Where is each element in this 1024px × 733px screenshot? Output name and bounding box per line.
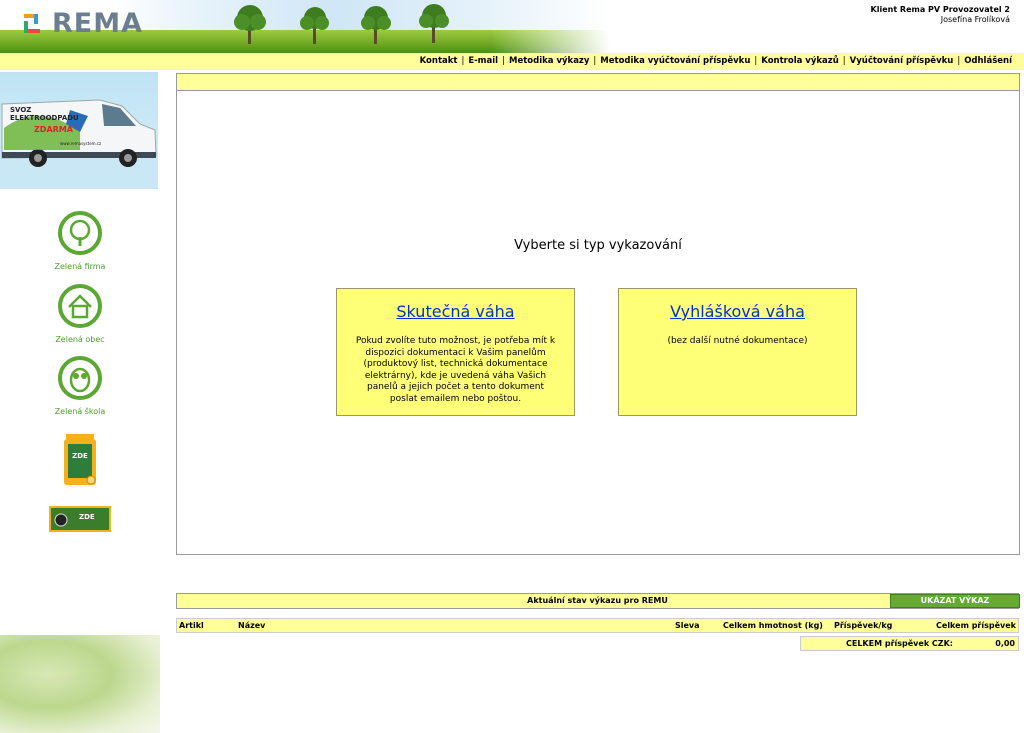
nav-odhlaseni[interactable]: Odhlášení	[964, 56, 1012, 66]
owl-icon	[58, 356, 102, 400]
card-description: Pokud zvolíte tuto možnost, je potřeba m…	[355, 336, 556, 404]
nav-metodika-vykazy[interactable]: Metodika výkazy	[509, 56, 589, 66]
battery-banner[interactable]: ZDE	[45, 506, 115, 536]
badge-zelena-obec[interactable]: Zelená obec	[45, 283, 115, 344]
badge-zelena-skola[interactable]: Zelená škola	[45, 355, 115, 416]
tree-icon	[58, 211, 102, 255]
header-banner: REMA	[0, 0, 610, 53]
card-skutecna-vaha[interactable]: Skutečná váha Pokud zvolíte tuto možnost…	[336, 288, 575, 416]
main-header-bar	[177, 74, 1019, 91]
total-label: CELKEM příspěvek CZK:	[846, 639, 953, 648]
col-sleva: Sleva	[675, 621, 700, 630]
card-description: (bez další nutné dokumentace)	[667, 336, 808, 346]
rema-logo-icon	[24, 14, 40, 33]
page-title: Vyberte si typ vykazování	[514, 238, 682, 253]
col-nazev: Název	[238, 621, 266, 630]
badge-label: Zelená obec	[55, 335, 105, 344]
tree-icon	[361, 6, 391, 44]
van-text-2: ELEKTROODPADU	[10, 114, 79, 122]
van-text-1: SVOZ	[10, 106, 31, 114]
nav-separator: |	[593, 56, 597, 66]
client-label: Klient Rema PV Provozovatel 2	[870, 5, 1010, 14]
nav-email[interactable]: E-mail	[468, 56, 498, 66]
col-prispevek-kg: Příspěvek/kg	[834, 621, 893, 630]
bin-icon: ZDE	[64, 434, 96, 485]
badge-zelena-firma[interactable]: Zelená firma	[45, 210, 115, 271]
house-icon	[58, 284, 102, 328]
nav-separator: |	[502, 56, 505, 66]
tree-icon	[234, 5, 266, 44]
sidebar: SVOZ ELEKTROODPADU ZDARMA www.remasystem…	[0, 70, 160, 733]
top-nav: Kontakt | E-mail | Metodika výkazy | Met…	[0, 53, 1024, 70]
user-info: Klient Rema PV Provozovatel 2 Josefína F…	[871, 5, 1010, 25]
leaf-decoration	[0, 635, 160, 733]
battery-icon: ZDE	[49, 506, 111, 532]
van-banner[interactable]: SVOZ ELEKTROODPADU ZDARMA www.remasystem…	[0, 72, 158, 189]
col-prispevek: Celkem příspěvek	[936, 621, 1016, 630]
card-vyhlaskova-vaha[interactable]: Vyhlášková váha (bez další nutné dokumen…	[618, 288, 857, 416]
col-artikl: Artikl	[179, 621, 204, 630]
card-title-link[interactable]: Skutečná váha	[337, 302, 574, 321]
nav-separator: |	[957, 56, 961, 66]
van-text-3: ZDARMA	[34, 125, 74, 134]
badge-label: Zelená škola	[54, 407, 106, 416]
total-value: 0,00	[995, 639, 1015, 648]
header: REMA Klient Rema PV Provozovatel 2 Josef…	[0, 0, 1024, 53]
user-name: Josefína Frolíková	[940, 15, 1010, 24]
battery-label: ZDE	[79, 513, 95, 521]
van-url: www.remasystem.cz	[60, 141, 101, 146]
card-title-link[interactable]: Vyhlášková váha	[619, 302, 856, 321]
tree-icon	[419, 4, 449, 43]
nav-separator: |	[461, 56, 465, 66]
collection-bin-banner[interactable]: ZDE	[45, 432, 115, 492]
nav-separator: |	[842, 56, 846, 66]
tree-icon	[300, 7, 329, 44]
nav-separator: |	[754, 56, 758, 66]
nav-vyuctovani-prispevku[interactable]: Vyúčtování příspěvku	[850, 56, 954, 66]
bin-label: ZDE	[72, 452, 88, 460]
nav-metodika-vyuctovani[interactable]: Metodika vyúčtování příspěvku	[600, 56, 750, 66]
logo-text: REMA	[52, 7, 143, 39]
total-row: CELKEM příspěvek CZK: 0,00	[800, 636, 1019, 651]
rema-logo[interactable]: REMA	[22, 7, 143, 39]
table-header: Artikl Název Sleva Celkem hmotnost (kg) …	[176, 618, 1019, 633]
main-panel: Vyberte si typ vykazování Skutečná váha …	[176, 73, 1020, 555]
col-hmotnost: Celkem hmotnost (kg)	[723, 621, 823, 630]
badge-label: Zelená firma	[54, 262, 106, 271]
nav-kontakt[interactable]: Kontakt	[420, 56, 458, 66]
nav-kontrola-vykazu[interactable]: Kontrola výkazů	[761, 56, 839, 66]
van-image: SVOZ ELEKTROODPADU ZDARMA www.remasystem…	[0, 99, 158, 189]
show-report-button[interactable]: UKÁZAT VÝKAZ	[890, 594, 1020, 608]
